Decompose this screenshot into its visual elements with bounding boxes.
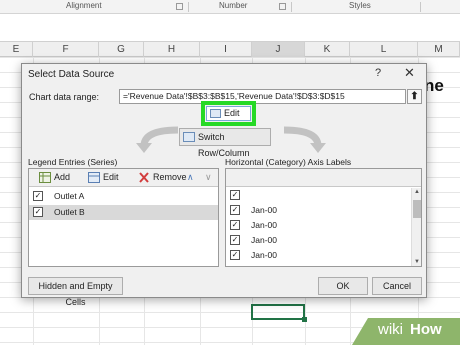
- axis-item[interactable]: ✓ Jan-00: [226, 248, 421, 263]
- edit-label: Edit: [103, 172, 119, 182]
- axis-item[interactable]: ✓ Jan-00: [226, 233, 421, 248]
- checkbox-checked-icon[interactable]: ✓: [230, 250, 240, 260]
- scroll-up-icon[interactable]: ▲: [412, 189, 422, 195]
- edit-icon: [210, 109, 221, 118]
- checkbox-checked-icon[interactable]: ✓: [33, 191, 43, 201]
- switch-icon: [183, 132, 195, 142]
- close-button[interactable]: ✕: [404, 65, 415, 81]
- select-data-source-dialog: Select Data Source ? ✕ Chart data range:…: [21, 63, 427, 307]
- switch-row-column-label: Switch Row/Column: [198, 132, 250, 158]
- column-header-h[interactable]: H: [144, 42, 200, 57]
- column-header-i[interactable]: I: [200, 42, 252, 57]
- checkbox-checked-icon[interactable]: ✓: [230, 205, 240, 215]
- move-up-button[interactable]: ∧: [187, 170, 194, 185]
- help-button[interactable]: ?: [375, 67, 381, 79]
- ribbon-group-styles[interactable]: Styles: [349, 1, 371, 10]
- ribbon: Alignment Number Styles: [0, 0, 460, 14]
- curved-arrow-left-icon: [136, 126, 179, 153]
- checkbox-checked-icon[interactable]: ✓: [230, 235, 240, 245]
- axis-item-label: Jan-00: [251, 250, 277, 260]
- formula-area: [0, 15, 460, 41]
- ribbon-group-number[interactable]: Number: [219, 1, 247, 10]
- remove-icon: [139, 172, 149, 183]
- dialog-launcher-icon[interactable]: [279, 3, 286, 10]
- checkbox-checked-icon[interactable]: ✓: [230, 190, 240, 200]
- chart-data-range-label: Chart data range:: [29, 92, 100, 102]
- edit-series-button[interactable]: Edit: [87, 170, 119, 185]
- axis-item-label: Jan-00: [251, 220, 277, 230]
- edit-axis-labels-button[interactable]: Edit: [206, 106, 251, 121]
- axis-labels-label: Horizontal (Category) Axis Labels: [225, 157, 352, 167]
- dialog-title: Select Data Source: [28, 69, 115, 80]
- remove-series-button[interactable]: Remove: [137, 170, 187, 185]
- legend-entries-panel: Add Edit Remove ∧ ∨ ✓ Outlet A ✓ Outlet …: [28, 168, 219, 267]
- collapse-range-button[interactable]: ⬆: [407, 89, 422, 104]
- edit-icon: [88, 172, 100, 183]
- ribbon-group-alignment[interactable]: Alignment: [66, 1, 102, 10]
- dialog-launcher-icon[interactable]: [176, 3, 183, 10]
- axis-item-label: Jan-00: [251, 205, 277, 215]
- wikihow-logo: wiki How: [352, 318, 460, 345]
- column-header-e[interactable]: E: [0, 42, 33, 57]
- column-header-m[interactable]: M: [418, 42, 460, 57]
- scroll-down-icon[interactable]: ▼: [412, 259, 422, 265]
- axis-toolbar: [226, 169, 421, 187]
- cancel-button[interactable]: Cancel: [372, 277, 422, 295]
- checkbox-checked-icon[interactable]: ✓: [33, 207, 43, 217]
- ribbon-separator: [188, 2, 189, 12]
- ok-button[interactable]: OK: [318, 277, 368, 295]
- ribbon-separator: [291, 2, 292, 12]
- wikihow-logo-wiki: wiki: [378, 321, 403, 338]
- add-icon: [39, 172, 51, 183]
- switch-row-column-button[interactable]: Switch Row/Column: [179, 128, 271, 158]
- legend-entries-label: Legend Entries (Series): [28, 157, 118, 167]
- chart-data-range-input[interactable]: ='Revenue Data'!$B$3:$B$15,'Revenue Data…: [119, 89, 406, 104]
- wikihow-logo-how: How: [410, 321, 442, 338]
- axis-item[interactable]: ✓: [226, 188, 421, 203]
- column-header-k[interactable]: K: [305, 42, 350, 57]
- axis-item[interactable]: ✓ Jan-00: [226, 203, 421, 218]
- ribbon-separator: [420, 2, 421, 12]
- axis-item-label: Jan-00: [251, 235, 277, 245]
- column-headers: E F G H I J K L M: [0, 41, 460, 57]
- legend-toolbar: Add Edit Remove ∧ ∨: [29, 169, 218, 187]
- axis-item[interactable]: ✓ Jan-00: [226, 218, 421, 233]
- move-down-button[interactable]: ∨: [205, 170, 212, 185]
- series-item-label: Outlet B: [54, 207, 85, 217]
- add-series-button[interactable]: Add: [38, 170, 70, 185]
- add-label: Add: [54, 172, 71, 182]
- edit-axis-label: Edit: [224, 108, 240, 118]
- axis-labels-panel: ✓ ✓ Jan-00 ✓ Jan-00 ✓ Jan-00 ✓ Jan-00 ▲ …: [225, 168, 422, 267]
- axis-scrollbar[interactable]: ▲ ▼: [411, 188, 421, 266]
- curved-arrow-right-icon: [283, 126, 326, 153]
- series-item-label: Outlet A: [54, 191, 85, 201]
- remove-label: Remove: [153, 172, 187, 182]
- selected-cell[interactable]: [251, 304, 307, 322]
- series-item-outlet-b[interactable]: ✓ Outlet B: [29, 205, 218, 220]
- column-header-l[interactable]: L: [350, 42, 418, 57]
- column-header-f[interactable]: F: [33, 42, 99, 57]
- scroll-thumb[interactable]: [413, 200, 421, 218]
- column-header-g[interactable]: G: [99, 42, 144, 57]
- column-header-j[interactable]: J: [252, 42, 305, 57]
- series-item-outlet-a[interactable]: ✓ Outlet A: [29, 189, 218, 204]
- checkbox-checked-icon[interactable]: ✓: [230, 220, 240, 230]
- hidden-empty-cells-button[interactable]: Hidden and Empty Cells: [28, 277, 123, 307]
